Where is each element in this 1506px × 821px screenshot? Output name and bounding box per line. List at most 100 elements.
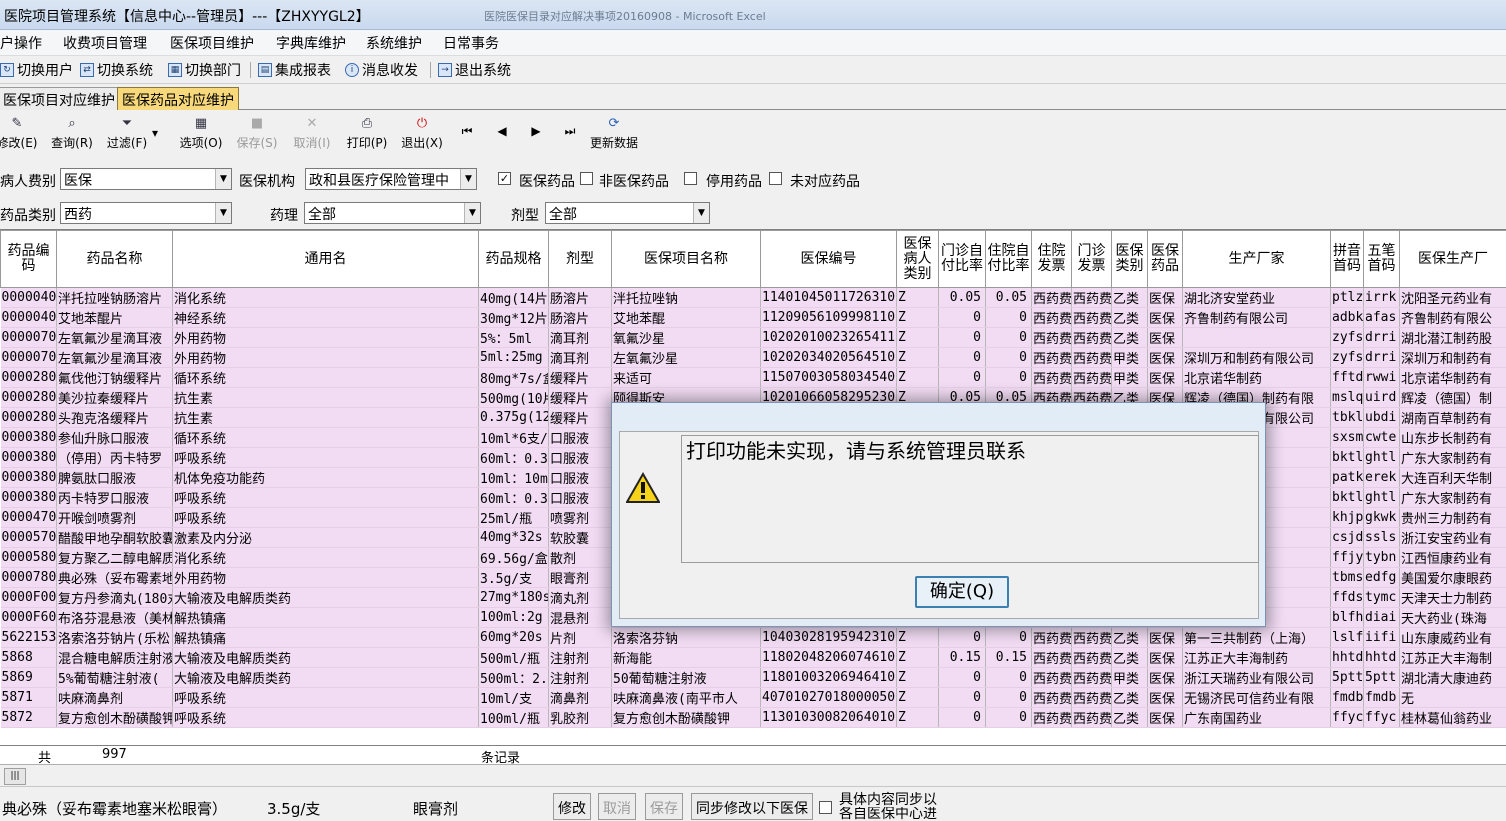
tab-insurance-item-mapping[interactable]: 医保项目对应维护 — [0, 87, 120, 110]
integrated-report-button[interactable]: ▤ 集成报表 — [258, 60, 331, 80]
table-cell: 0000470 — [0, 507, 57, 528]
filter-dropdown-button[interactable]: ▾ — [145, 126, 165, 140]
column-header[interactable]: 医保类别 — [1111, 230, 1148, 288]
filter-icon: ⏷ — [121, 116, 133, 131]
menu-insurance-items[interactable]: 医保项目维护 — [170, 33, 254, 53]
sync-modify-button[interactable]: 同步修改以下医保 — [691, 793, 813, 820]
patient-fee-select[interactable]: 医保 ▼ — [60, 168, 232, 190]
table-row[interactable]: 0000070 左氧氟沙星滴耳液 外用药物 5ml:25mg 滴耳剂 左氧氟沙星 10202… — [0, 347, 1506, 368]
power-icon: ⏻ — [416, 116, 428, 131]
bottom-save-button[interactable]: 保存 — [645, 793, 683, 820]
save-button[interactable]: ■ 保存(S) — [232, 116, 282, 151]
table-row[interactable]: 5868 混合糖电解质注射液 大输液及电解质类药 500ml/瓶 注射剂 新海能 11802… — [0, 647, 1506, 668]
bottom-cancel-button[interactable]: 取消 — [598, 793, 636, 820]
column-header[interactable]: 通用名 — [172, 230, 479, 288]
table-row[interactable]: 5622153 洛索洛芬钠片(乐松) 解热镇痛 60mg*20s 片剂 洛索洛芬钠 1040… — [0, 627, 1506, 648]
modify-button[interactable]: ✎ 修改(E) — [0, 116, 42, 151]
table-cell: 西药费 — [1031, 707, 1072, 728]
table-cell: 片剂 — [548, 627, 612, 648]
table-cell: 新海能 — [611, 647, 761, 668]
table-row[interactable]: 5871 呋麻滴鼻剂 呼吸系统 10ml/支 滴鼻剂 呋麻滴鼻液(南平市人 40701027… — [0, 687, 1506, 708]
non-insured-drug-checkbox[interactable] — [580, 172, 593, 185]
next-record-button[interactable]: ▶ — [524, 124, 548, 138]
switch-system-button[interactable]: ⇄ 切换系统 — [80, 60, 153, 80]
column-header[interactable]: 住院发票 — [1031, 230, 1072, 288]
query-button[interactable]: ⌕ 查询(R) — [47, 116, 97, 151]
exit-system-button[interactable]: → 退出系统 — [438, 60, 511, 80]
switch-department-button[interactable]: ▦ 切换部门 — [168, 60, 241, 80]
table-cell: 500ml：2.5 — [478, 667, 549, 688]
table-row[interactable]: 0000280 氟伐他汀钠缓释片 循环系统 80mg*7s/盒 缓释片 来适可 115070… — [0, 367, 1506, 388]
column-header[interactable]: 医保项目名称 — [611, 230, 761, 288]
column-header[interactable]: 五笔首码 — [1363, 230, 1400, 288]
column-header[interactable]: 药品规格 — [478, 230, 549, 288]
table-cell: 0 — [985, 627, 1032, 648]
column-header[interactable]: 拼音首码 — [1330, 230, 1364, 288]
menu-dictionary[interactable]: 字典库维护 — [276, 33, 346, 53]
table-cell: 循环系统 — [172, 427, 479, 448]
table-cell: 0 — [985, 667, 1032, 688]
table-row[interactable]: 0000040 艾地苯醌片 神经系统 30mg*12片 肠溶片 艾地苯醌 112090561… — [0, 307, 1506, 328]
column-header[interactable]: 医保编号 — [760, 230, 897, 288]
column-header[interactable]: 生产厂家 — [1182, 230, 1331, 288]
pharmacology-select[interactable]: 全部 ▼ — [304, 202, 481, 224]
sync-checkbox[interactable] — [819, 801, 832, 814]
menu-daily[interactable]: 日常事务 — [443, 33, 499, 53]
menu-user-ops[interactable]: 户操作 — [0, 33, 42, 53]
column-header[interactable]: 医保药品 — [1147, 230, 1183, 288]
table-cell: 0.05 — [985, 287, 1032, 308]
table-cell: 40mg*32s — [478, 527, 549, 548]
switch-user-button[interactable]: ↻ 切换用户 — [0, 60, 73, 80]
scroll-thumb[interactable]: ||| — [4, 768, 26, 785]
table-cell: cwte — [1363, 427, 1400, 448]
table-row[interactable]: 5872 复方愈创木酚磺酸钾 呼吸系统 100ml/瓶 乳胶剂 复方愈创木酚磺酸钾 1130… — [0, 707, 1506, 728]
first-record-button[interactable]: ⏮ — [455, 124, 479, 139]
table-cell: 软胶囊 — [548, 527, 612, 548]
column-header[interactable]: 住院自付比率 — [985, 230, 1032, 288]
drug-category-select[interactable]: 西药 ▼ — [60, 202, 232, 224]
column-header[interactable]: 门诊自付比率 — [938, 230, 986, 288]
table-row[interactable]: 5869 5%葡萄糖注射液(大输液及电解质类药 500ml：2.5 注射剂 50葡萄糖注… — [0, 667, 1506, 688]
menu-system[interactable]: 系统维护 — [366, 33, 422, 53]
insured-drug-checkbox[interactable]: ✓ — [498, 172, 511, 185]
table-cell: 艾地苯醌 — [611, 307, 761, 328]
table-cell: 山东步长制药有 — [1399, 427, 1506, 448]
ok-button[interactable]: 确定(Q) — [915, 576, 1009, 608]
column-header[interactable]: 医保病人类别 — [896, 230, 939, 288]
column-header[interactable]: 药品编码 — [0, 230, 57, 288]
table-cell: 0 — [985, 347, 1032, 368]
tab-insurance-drug-mapping[interactable]: 医保药品对应维护 — [117, 87, 239, 110]
options-button[interactable]: ▦ 选项(O) — [176, 116, 226, 151]
dosage-select[interactable]: 全部 ▼ — [545, 202, 710, 224]
tab-strip: 医保项目对应维护 医保药品对应维护 — [0, 86, 1506, 110]
table-cell: 西药费 — [1031, 647, 1072, 668]
table-row[interactable]: 0000070 左氧氟沙星滴耳液 外用药物 5%：5ml 滴耳剂 氧氟沙星 10202010… — [0, 327, 1506, 348]
drug-category-value: 西药 — [64, 207, 92, 223]
unmatched-drug-checkbox[interactable] — [769, 172, 782, 185]
column-header[interactable]: 剂型 — [548, 230, 612, 288]
cancel-button[interactable]: ✕ 取消(I) — [287, 116, 337, 151]
insurance-org-select[interactable]: 政和县医疗保险管理中 ▼ — [305, 168, 477, 190]
prev-record-button[interactable]: ◀ — [490, 124, 514, 138]
table-cell: 500ml/瓶 — [478, 647, 549, 668]
disabled-drug-checkbox[interactable] — [684, 172, 697, 185]
update-data-button[interactable]: ⟳ 更新数据 — [588, 116, 640, 151]
dialog-body: 打印功能未实现，请与系统管理员联系 确定(Q) — [619, 431, 1259, 619]
column-header[interactable]: 医保生产厂 — [1399, 230, 1506, 288]
table-cell: 11802048206074610 — [760, 647, 897, 668]
column-header[interactable]: 药品名称 — [56, 230, 173, 288]
table-cell: 呼吸系统 — [172, 687, 479, 708]
query-label: 查询(R) — [51, 136, 93, 150]
menu-fee-items[interactable]: 收费项目管理 — [63, 33, 147, 53]
table-row[interactable]: 0000040 泮托拉唑钠肠溶片 消化系统 40mg(14片 肠溶片 泮托拉唑钠 11401… — [0, 287, 1506, 308]
exit-button[interactable]: ⏻ 退出(X) — [397, 116, 447, 151]
last-record-button[interactable]: ⏭ — [558, 124, 582, 139]
messages-button[interactable]: i 消息收发 — [345, 60, 418, 80]
bottom-modify-button[interactable]: 修改 — [553, 793, 591, 820]
horizontal-scrollbar[interactable]: ||| — [0, 765, 1506, 787]
column-header[interactable]: 门诊发票 — [1071, 230, 1112, 288]
table-cell: 复方愈创木酚磺酸钾 — [56, 707, 173, 728]
table-cell: 西药费 — [1031, 347, 1072, 368]
print-button[interactable]: ⎙ 打印(P) — [342, 116, 392, 151]
table-cell: 0 — [938, 307, 986, 328]
